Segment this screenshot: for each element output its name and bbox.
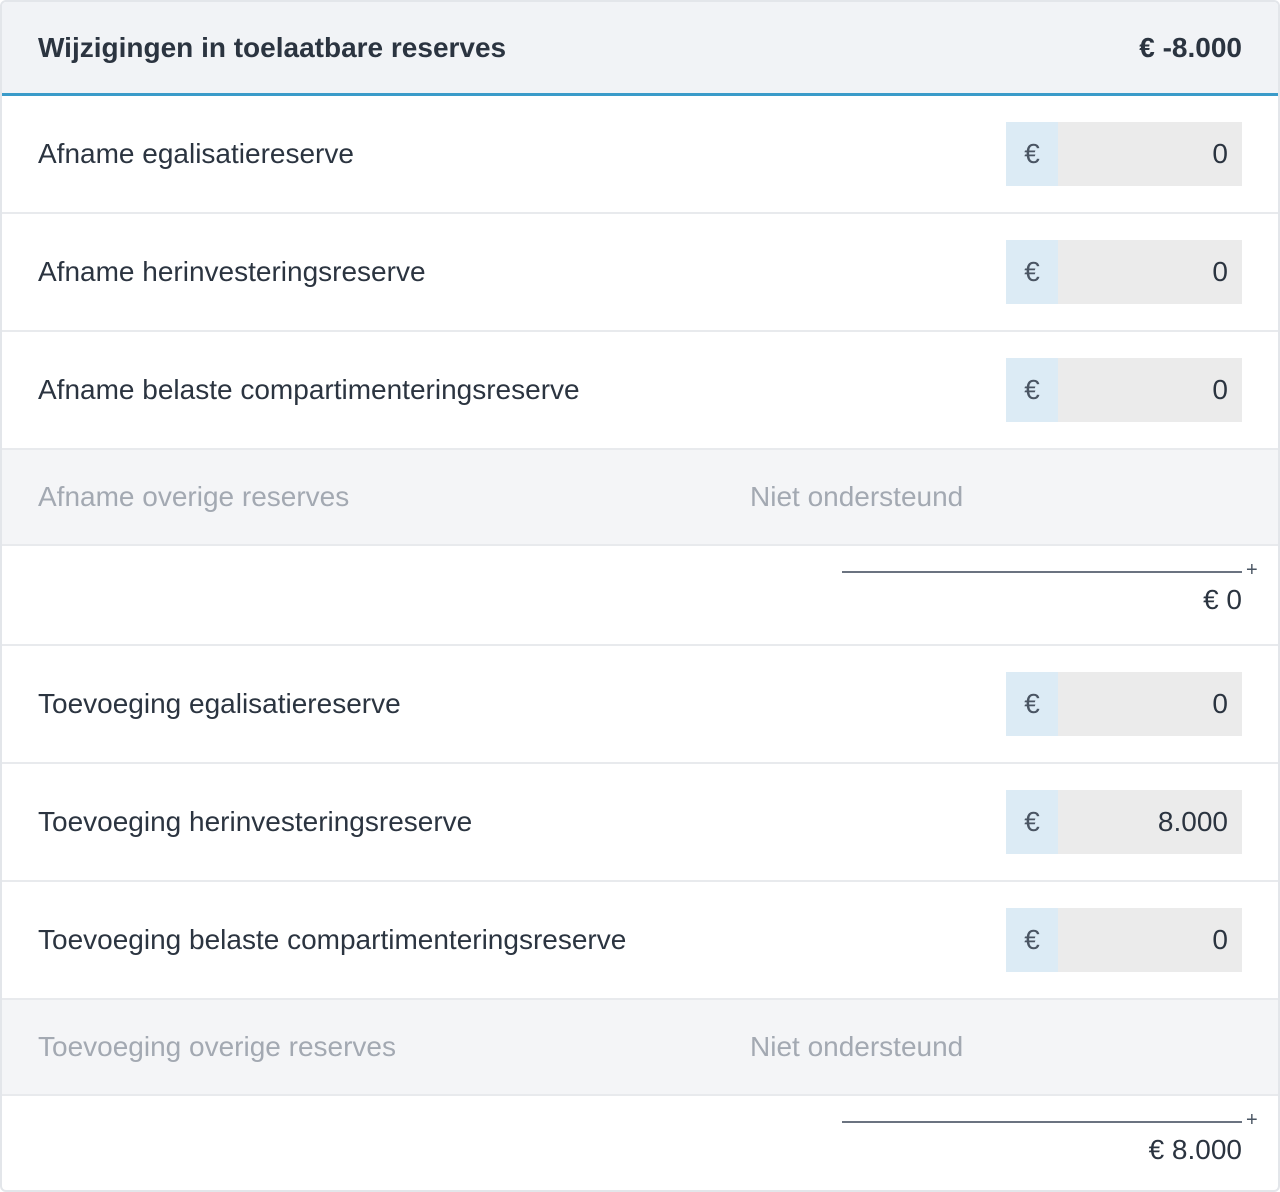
euro-icon: € (1006, 122, 1058, 186)
row-afname-belaste-compartimenteringsreserve: Afname belaste compartimenteringsreserve… (2, 332, 1278, 450)
row-toevoeging-belaste-compartimenteringsreserve: Toevoeging belaste compartimenteringsres… (2, 882, 1278, 1000)
row-label: Toevoeging belaste compartimenteringsres… (38, 924, 627, 955)
euro-icon: € (1006, 908, 1058, 972)
panel-total: € -8.000 (1139, 31, 1242, 63)
toevoeging-subtotal-value: € 8.000 (1148, 1134, 1242, 1165)
euro-icon: € (1006, 358, 1058, 422)
sum-line (842, 1121, 1242, 1123)
toevoeging-egalisatiereserve-input[interactable]: € 0 (1006, 672, 1242, 736)
euro-icon: € (1006, 790, 1058, 854)
amount-field[interactable]: 0 (1058, 122, 1242, 186)
toevoeging-subtotal: + € 8.000 (2, 1096, 1278, 1190)
amount-field[interactable]: 0 (1058, 908, 1242, 972)
afname-belaste-compartimenteringsreserve-input[interactable]: € 0 (1006, 358, 1242, 422)
row-label: Toevoeging herinvesteringsreserve (38, 806, 473, 837)
afname-herinvesteringsreserve-input[interactable]: € 0 (1006, 240, 1242, 304)
row-label: Toevoeging egalisatiereserve (38, 688, 401, 719)
row-afname-egalisatiereserve: Afname egalisatiereserve € 0 (2, 96, 1278, 214)
euro-icon: € (1006, 672, 1058, 736)
euro-icon: € (1006, 240, 1058, 304)
amount-field[interactable]: 0 (1058, 358, 1242, 422)
afname-subtotal-value: € 0 (1203, 584, 1242, 615)
row-label: Afname overige reserves (38, 481, 350, 512)
panel-title: Wijzigingen in toelaatbare reserves (38, 31, 507, 63)
toevoeging-herinvesteringsreserve-input[interactable]: € 8.000 (1006, 790, 1242, 854)
row-label: Afname belaste compartimenteringsreserve (38, 374, 580, 405)
plus-icon: + (1246, 1109, 1258, 1131)
reserves-panel: Wijzigingen in toelaatbare reserves € -8… (0, 0, 1280, 1192)
row-toevoeging-herinvesteringsreserve: Toevoeging herinvesteringsreserve € 8.00… (2, 764, 1278, 882)
row-label: Toevoeging overige reserves (38, 1031, 396, 1062)
amount-field[interactable]: 8.000 (1058, 790, 1242, 854)
row-toevoeging-egalisatiereserve: Toevoeging egalisatiereserve € 0 (2, 646, 1278, 764)
amount-field[interactable]: 0 (1058, 672, 1242, 736)
row-afname-herinvesteringsreserve: Afname herinvesteringsreserve € 0 (2, 214, 1278, 332)
toevoeging-belaste-compartimenteringsreserve-input[interactable]: € 0 (1006, 908, 1242, 972)
row-label: Afname egalisatiereserve (38, 138, 354, 169)
unsupported-note: Niet ondersteund (750, 1031, 964, 1062)
afname-egalisatiereserve-input[interactable]: € 0 (1006, 122, 1242, 186)
unsupported-note: Niet ondersteund (750, 481, 964, 512)
row-label: Afname herinvesteringsreserve (38, 256, 426, 287)
sum-line (842, 571, 1242, 573)
afname-subtotal: + € 0 (2, 546, 1278, 646)
amount-field[interactable]: 0 (1058, 240, 1242, 304)
plus-icon: + (1246, 559, 1258, 581)
row-afname-overige-reserves: Afname overige reserves Niet ondersteund (2, 450, 1278, 546)
row-toevoeging-overige-reserves: Toevoeging overige reserves Niet onderst… (2, 1000, 1278, 1096)
panel-header: Wijzigingen in toelaatbare reserves € -8… (2, 2, 1278, 96)
